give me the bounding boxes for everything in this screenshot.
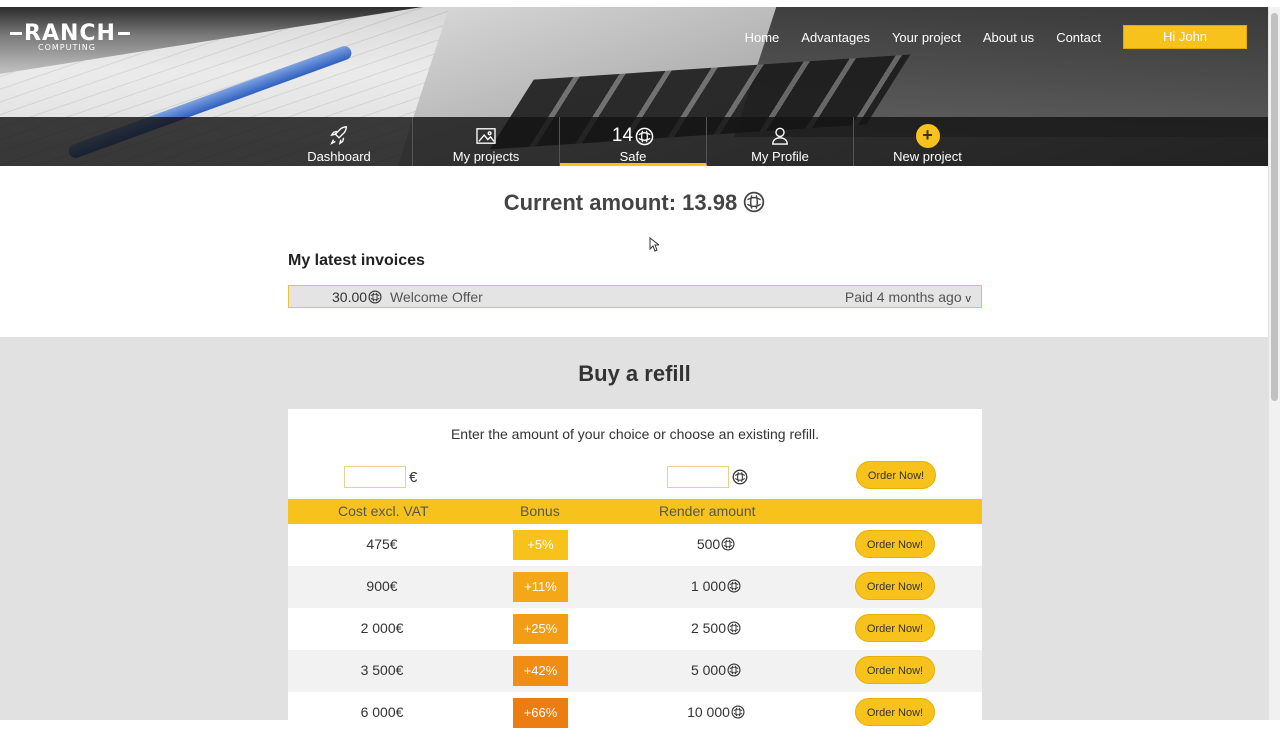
page-scrollbar[interactable]: [1268, 7, 1280, 720]
logo-sub-text: COMPUTING: [38, 43, 96, 52]
user-menu-button[interactable]: Hi John: [1123, 25, 1247, 49]
refill-title: Buy a refill: [578, 361, 691, 386]
row-order-wrap: Order Now!: [855, 572, 935, 600]
current-amount-text: Current amount: 13.98: [503, 190, 738, 215]
row-cost: 3 500€: [360, 662, 404, 678]
row-cost: 900€: [366, 578, 398, 594]
invoice-expand-toggle[interactable]: v: [966, 293, 972, 305]
table-row: 6 000€ +66% 10 000 Order Now!: [288, 692, 982, 734]
credit-coin-icon: [727, 663, 741, 677]
order-now-button[interactable]: Order Now!: [855, 614, 935, 642]
row-bonus-badge: +42%: [513, 656, 568, 686]
table-row: 2 000€ +25% 2 500 Order Now!: [288, 608, 982, 650]
nav-advantages[interactable]: Advantages: [801, 30, 870, 45]
row-render-amount: 5 000: [656, 662, 776, 678]
scrollbar-thumb[interactable]: [1271, 13, 1278, 401]
row-bonus-badge: +25%: [513, 614, 568, 644]
row-render-value: 500: [696, 536, 721, 552]
row-order-wrap: Order Now!: [855, 656, 935, 684]
row-cost: 475€: [366, 536, 398, 552]
plus-icon: +: [915, 124, 940, 148]
image-icon: [413, 123, 559, 149]
account-subnav: Dashboard My projects 14 Safe My Profile…: [0, 117, 1269, 166]
row-render-value: 2 500: [690, 620, 727, 636]
custom-credit-amount: [667, 466, 748, 488]
credit-coin-icon: [368, 290, 382, 304]
row-order-wrap: Order Now!: [855, 698, 935, 726]
tab-dashboard[interactable]: Dashboard: [266, 117, 413, 166]
custom-order-wrap: Order Now!: [856, 461, 936, 489]
table-row: 3 500€ +42% 5 000 Order Now!: [288, 650, 982, 692]
row-cost: 2 000€: [360, 620, 404, 636]
current-amount: Current amount: 13.98: [0, 190, 1269, 216]
credit-coin-icon: [727, 621, 741, 635]
row-render-value: 10 000: [687, 704, 730, 720]
ranch-logo[interactable]: RANCH COMPUTING: [10, 21, 130, 52]
col-bonus: Bonus: [520, 503, 560, 519]
table-row: 900€ +11% 1 000 Order Now!: [288, 566, 982, 608]
credit-coin-icon: [727, 579, 741, 593]
credit-coin-icon: [635, 127, 654, 146]
invoice-row[interactable]: 30.00 Welcome Offer Paid 4 months ago v: [288, 285, 982, 308]
row-bonus-badge: +11%: [513, 572, 568, 602]
table-row: 475€ +5% 500 Order Now!: [288, 524, 982, 566]
mouse-cursor-icon: [649, 236, 661, 257]
latest-invoices-title: My latest invoices: [288, 252, 425, 269]
row-render-amount: 1 000: [656, 578, 776, 594]
order-now-button[interactable]: Order Now!: [855, 572, 935, 600]
custom-order-button[interactable]: Order Now!: [856, 461, 936, 489]
tab-my-projects-label: My projects: [452, 149, 520, 164]
tab-safe[interactable]: 14 Safe: [560, 117, 707, 166]
tab-my-profile-label: My Profile: [751, 149, 809, 164]
row-bonus-badge: +5%: [513, 530, 568, 560]
tab-new-project-label: New project: [893, 149, 962, 164]
invoice-amount: 30.00: [332, 289, 382, 305]
row-render-amount: 500: [656, 536, 776, 552]
invoice-amount-value: 30.00: [332, 289, 368, 305]
order-now-button[interactable]: Order Now!: [855, 656, 935, 684]
row-render-amount: 10 000: [656, 704, 776, 720]
row-render-amount: 2 500: [656, 620, 776, 636]
invoice-status-text: Paid 4 months ago: [844, 289, 962, 305]
row-render-value: 1 000: [690, 578, 727, 594]
refill-table-header: Cost excl. VAT Bonus Render amount: [288, 499, 982, 524]
safe-credit-count: 14: [611, 125, 634, 146]
refill-panel: Enter the amount of your choice or choos…: [288, 409, 982, 728]
tab-my-projects[interactable]: My projects: [413, 117, 560, 166]
order-now-button[interactable]: Order Now!: [855, 530, 935, 558]
invoice-name: Welcome Offer: [390, 289, 483, 305]
tab-my-profile[interactable]: My Profile: [707, 117, 854, 166]
custom-credit-input[interactable]: [667, 466, 729, 488]
tab-safe-label: Safe: [619, 149, 647, 164]
row-bonus-badge: +66%: [513, 698, 568, 728]
order-now-button[interactable]: Order Now!: [855, 698, 935, 726]
custom-euro-input[interactable]: [344, 466, 406, 488]
refill-intro: Enter the amount of your choice or choos…: [450, 426, 820, 442]
credit-coin-icon: [743, 191, 765, 213]
euro-symbol: €: [409, 468, 418, 486]
row-cost: 6 000€: [360, 704, 404, 720]
nav-home[interactable]: Home: [745, 30, 780, 45]
tab-new-project[interactable]: + New project: [854, 117, 1001, 166]
user-icon: [707, 123, 853, 149]
rocket-icon: [266, 123, 412, 149]
top-navigation: Home Advantages Your project About us Co…: [723, 25, 1247, 49]
credit-coin-icon: [731, 705, 745, 719]
nav-contact[interactable]: Contact: [1056, 30, 1101, 45]
header-banner: RANCH COMPUTING Home Advantages Your pro…: [0, 7, 1269, 166]
credit-coin-icon: [721, 537, 735, 551]
row-order-wrap: Order Now!: [855, 614, 935, 642]
row-render-value: 5 000: [690, 662, 727, 678]
invoice-status: Paid 4 months ago v: [845, 289, 971, 305]
nav-your-project[interactable]: Your project: [892, 30, 961, 45]
nav-about-us[interactable]: About us: [983, 30, 1034, 45]
credit-coin-icon: [732, 469, 748, 485]
tab-dashboard-label: Dashboard: [307, 149, 371, 164]
col-render: Render amount: [659, 503, 756, 519]
col-cost: Cost excl. VAT: [338, 503, 429, 519]
row-order-wrap: Order Now!: [855, 530, 935, 558]
custom-euro-amount: €: [344, 466, 417, 488]
